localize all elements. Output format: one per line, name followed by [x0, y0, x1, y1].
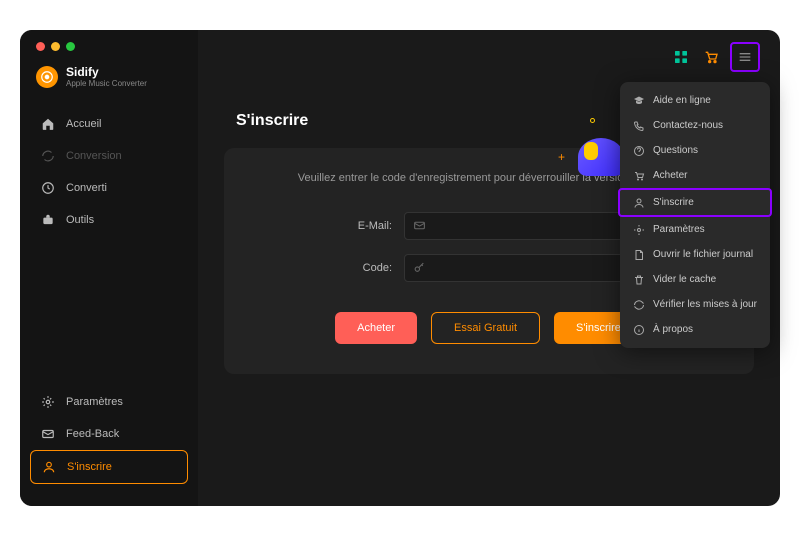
- nav-label: Converti: [66, 182, 107, 194]
- code-label: Code:: [344, 262, 392, 274]
- graduation-icon: [632, 94, 645, 107]
- nav-feedback[interactable]: Feed-Back: [30, 418, 188, 450]
- menu-cache[interactable]: Vider le cache: [620, 267, 770, 292]
- home-icon: [40, 116, 56, 132]
- hamburger-highlight: [730, 42, 760, 72]
- menu-journal[interactable]: Ouvrir le fichier journal: [620, 242, 770, 267]
- menu-acheter[interactable]: Acheter: [620, 163, 770, 188]
- window-maximize[interactable]: [66, 42, 75, 51]
- refresh-icon: [632, 298, 645, 311]
- menu-label: Vider le cache: [653, 274, 716, 285]
- trash-icon: [632, 273, 645, 286]
- gear-icon: [40, 394, 56, 410]
- code-field[interactable]: [404, 254, 634, 282]
- nav-label: Paramètres: [66, 396, 123, 408]
- refresh-icon: [40, 148, 56, 164]
- menu-label: À propos: [653, 324, 693, 335]
- trial-button[interactable]: Essai Gratuit: [431, 312, 540, 344]
- email-label: E-Mail:: [344, 220, 392, 232]
- brand: Sidify Apple Music Converter: [20, 59, 198, 100]
- menu-maj[interactable]: Vérifier les mises à jour: [620, 292, 770, 317]
- phone-icon: [632, 119, 645, 132]
- brand-sub: Apple Music Converter: [66, 79, 147, 88]
- mail-icon: [40, 426, 56, 442]
- gear-icon: [632, 223, 645, 236]
- menu-contact[interactable]: Contactez-nous: [620, 113, 770, 138]
- menu-label: S'inscrire: [653, 197, 694, 208]
- cart-icon: [632, 169, 645, 182]
- window-close[interactable]: [36, 42, 45, 51]
- menu-label: Acheter: [653, 170, 687, 181]
- menu-label: Vérifier les mises à jour: [653, 299, 757, 310]
- window-minimize[interactable]: [51, 42, 60, 51]
- nav-conversion[interactable]: Conversion: [30, 140, 188, 172]
- menu-label: Aide en ligne: [653, 95, 711, 106]
- user-icon: [41, 459, 57, 475]
- mail-icon: [413, 219, 427, 233]
- apps-grid-icon[interactable]: [670, 46, 692, 68]
- menu-questions[interactable]: Questions: [620, 138, 770, 163]
- toolbox-icon: [40, 212, 56, 228]
- key-icon: [413, 261, 427, 275]
- file-icon: [632, 248, 645, 261]
- main-menu: Aide en ligne Contactez-nous Questions A…: [620, 82, 770, 348]
- hamburger-menu-icon[interactable]: [734, 46, 756, 68]
- nav-accueil[interactable]: Accueil: [30, 108, 188, 140]
- brand-logo-icon: [36, 66, 58, 88]
- user-icon: [632, 196, 645, 209]
- menu-parametres[interactable]: Paramètres: [620, 217, 770, 242]
- nav-converti[interactable]: Converti: [30, 172, 188, 204]
- nav-label: Feed-Back: [66, 428, 119, 440]
- cart-icon[interactable]: [700, 46, 722, 68]
- menu-aide[interactable]: Aide en ligne: [620, 88, 770, 113]
- menu-label: Ouvrir le fichier journal: [653, 249, 753, 260]
- nav-label: Conversion: [66, 150, 122, 162]
- nav-outils[interactable]: Outils: [30, 204, 188, 236]
- info-icon: [632, 323, 645, 336]
- menu-label: Paramètres: [653, 224, 705, 235]
- menu-sinscrire[interactable]: S'inscrire: [618, 188, 772, 217]
- brand-name: Sidify: [66, 65, 147, 79]
- nav-label: S'inscrire: [67, 461, 112, 473]
- menu-label: Contactez-nous: [653, 120, 723, 131]
- question-icon: [632, 144, 645, 157]
- menu-apropos[interactable]: À propos: [620, 317, 770, 342]
- clock-icon: [40, 180, 56, 196]
- nav-label: Accueil: [66, 118, 101, 130]
- nav-parametres[interactable]: Paramètres: [30, 386, 188, 418]
- nav-label: Outils: [66, 214, 94, 226]
- buy-button[interactable]: Acheter: [335, 312, 417, 344]
- menu-label: Questions: [653, 145, 698, 156]
- email-field[interactable]: [404, 212, 634, 240]
- nav-sinscrire[interactable]: S'inscrire: [30, 450, 188, 484]
